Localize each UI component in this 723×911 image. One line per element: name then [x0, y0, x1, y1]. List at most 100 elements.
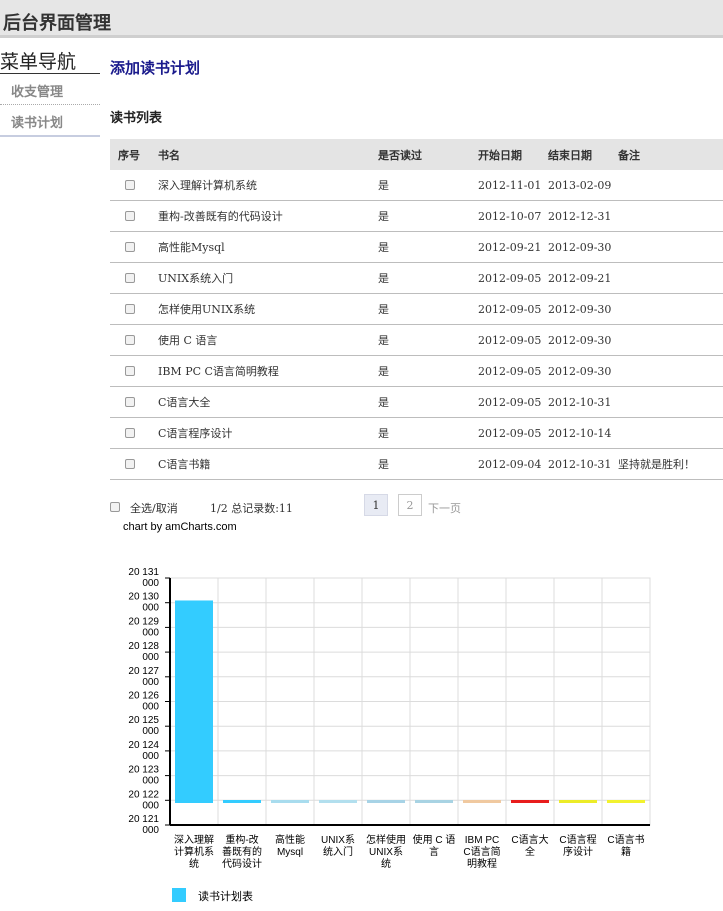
- chart-y-tick-label: 20 124 000: [128, 740, 159, 762]
- table-footer: 全选/取消 1/2 总记录数:11 1 2 下一页: [110, 494, 723, 520]
- note-cell: [618, 417, 723, 449]
- row-checkbox[interactable]: [125, 459, 135, 469]
- table-row: 使用 C 语言是 2012-09-05 2012-09-30: [110, 324, 723, 356]
- book-title-cell: 高性能Mysql: [158, 231, 378, 263]
- start-date-cell: 2012-09-05: [478, 417, 548, 449]
- chart-bar[interactable]: [271, 800, 309, 803]
- end-date-cell: 2012-12-31: [548, 200, 618, 232]
- column-header-index: 序号: [110, 139, 158, 170]
- table-row: C语言程序设计是 2012-09-05 2012-10-14: [110, 417, 723, 449]
- column-header-end-date: 结束日期: [548, 139, 618, 170]
- row-checkbox[interactable]: [125, 428, 135, 438]
- chart-x-tick-label: 重构-改善既有的代码设计: [222, 833, 262, 870]
- chart-bar[interactable]: [175, 600, 213, 803]
- chart-y-tick-label: 20 128 000: [128, 641, 159, 663]
- start-date-cell: 2012-09-05: [478, 324, 548, 356]
- note-cell: [618, 262, 723, 294]
- row-checkbox[interactable]: [125, 273, 135, 283]
- book-title-cell: 重构-改善既有的代码设计: [158, 200, 378, 232]
- chart-bar[interactable]: [559, 800, 597, 803]
- book-title-cell: C语言书籍: [158, 448, 378, 480]
- table-row: 高性能Mysql 是 2012-09-21 2012-09-30: [110, 231, 723, 263]
- sidebar-item-reading-plan[interactable]: 读书计划: [0, 105, 100, 137]
- chart-legend-swatch: [172, 888, 186, 902]
- chart-bar[interactable]: [463, 800, 501, 803]
- sidebar-item-label: 收支管理: [11, 85, 64, 100]
- row-checkbox[interactable]: [125, 304, 135, 314]
- read-status-cell: 是: [378, 200, 478, 232]
- chart-x-tick-label: UNIX系统入门: [321, 834, 355, 858]
- chart-x-tick-label: C语言书籍: [607, 833, 644, 858]
- chart-bar[interactable]: [319, 800, 357, 803]
- start-date-cell: 2012-09-05: [478, 355, 548, 387]
- end-date-cell: 2012-10-14: [548, 417, 618, 449]
- row-select-cell: [110, 231, 158, 263]
- start-date-cell: 2012-09-05: [478, 262, 548, 294]
- end-date-cell: 2012-09-30: [548, 324, 618, 356]
- page-button-1[interactable]: 1: [364, 494, 388, 516]
- chart-bar[interactable]: [415, 800, 453, 803]
- chart-bar[interactable]: [367, 800, 405, 803]
- chart-bar[interactable]: [223, 800, 261, 803]
- book-title-cell: 深入理解计算机系统: [158, 170, 378, 201]
- sidebar-title: 菜单导航: [0, 51, 77, 73]
- book-title-cell: UNIX系统入门: [158, 262, 378, 294]
- book-title-cell: IBM PC C语言简明教程: [158, 355, 378, 387]
- chart-x-tick-label: C语言大全: [511, 833, 548, 858]
- end-date-cell: 2012-09-30: [548, 355, 618, 387]
- chart-y-tick-label: 20 122 000: [128, 789, 159, 811]
- top-header-bar: 后台界面管理: [0, 0, 723, 38]
- add-reading-plan-link[interactable]: 添加读书计划: [110, 57, 200, 78]
- start-date-cell: 2012-09-05: [478, 386, 548, 418]
- table-row: IBM PC C语言简明教程是 2012-09-05 2012-09-30: [110, 355, 723, 387]
- row-select-cell: [110, 170, 158, 201]
- chart-bar[interactable]: [607, 800, 645, 803]
- app-title: 后台界面管理: [3, 13, 111, 34]
- start-date-cell: 2012-11-01: [478, 170, 548, 201]
- chart-bar[interactable]: [511, 800, 549, 803]
- row-checkbox[interactable]: [125, 242, 135, 252]
- select-all-label[interactable]: 全选/取消: [130, 500, 178, 516]
- chart-y-tick-label: 20 127 000: [128, 666, 159, 688]
- chart-x-tick-label: 使用 C 语言: [413, 833, 456, 858]
- row-checkbox[interactable]: [125, 335, 135, 345]
- chart-y-tick-label: 20 130 000: [128, 592, 159, 614]
- start-date-cell: 2012-10-07: [478, 200, 548, 232]
- read-status-cell: 是: [378, 231, 478, 263]
- note-cell: 坚持就是胜利！: [618, 448, 723, 480]
- end-date-cell: 2012-10-31: [548, 386, 618, 418]
- row-select-cell: [110, 417, 158, 449]
- chart-credit-link[interactable]: chart by amCharts.com: [123, 521, 237, 533]
- select-all-checkbox[interactable]: [110, 502, 120, 512]
- note-cell: [618, 324, 723, 356]
- chart-x-tick-label: 高性能 Mysql: [275, 833, 305, 858]
- chart-y-tick-label: 20 126 000: [128, 691, 159, 713]
- page-button-2[interactable]: 2: [398, 494, 422, 516]
- chart-legend-label: 读书计划表: [198, 889, 253, 903]
- sidebar-item-income-expense[interactable]: 收支管理: [0, 74, 100, 105]
- row-checkbox[interactable]: [125, 366, 135, 376]
- row-checkbox[interactable]: [125, 211, 135, 221]
- read-status-cell: 是: [378, 448, 478, 480]
- read-status-cell: 是: [378, 355, 478, 387]
- end-date-cell: 2012-09-21: [548, 262, 618, 294]
- table-row: 重构-改善既有的代码设计是 2012-10-07 2012-12-31: [110, 200, 723, 232]
- chart-x-tick-label: 怎样使用 UNIX系统: [366, 833, 406, 870]
- table-row: C语言书籍是 2012-09-04 2012-10-31 坚持就是胜利！: [110, 448, 723, 480]
- row-checkbox[interactable]: [125, 397, 135, 407]
- read-status-cell: 是: [378, 293, 478, 325]
- row-select-cell: [110, 200, 158, 232]
- chart-x-tick-label: C语言程序设计: [559, 833, 596, 858]
- section-title: 读书列表: [110, 111, 163, 126]
- book-title-cell: 使用 C 语言: [158, 324, 378, 356]
- column-header-title: 书名: [158, 139, 378, 170]
- column-header-read: 是否读过: [378, 139, 478, 170]
- read-status-cell: 是: [378, 262, 478, 294]
- book-title-cell: C语言大全: [158, 386, 378, 418]
- column-header-start-date: 开始日期: [478, 139, 548, 170]
- row-select-cell: [110, 386, 158, 418]
- row-select-cell: [110, 448, 158, 480]
- note-cell: [618, 293, 723, 325]
- row-checkbox[interactable]: [125, 180, 135, 190]
- next-page-link[interactable]: 下一页: [428, 500, 461, 516]
